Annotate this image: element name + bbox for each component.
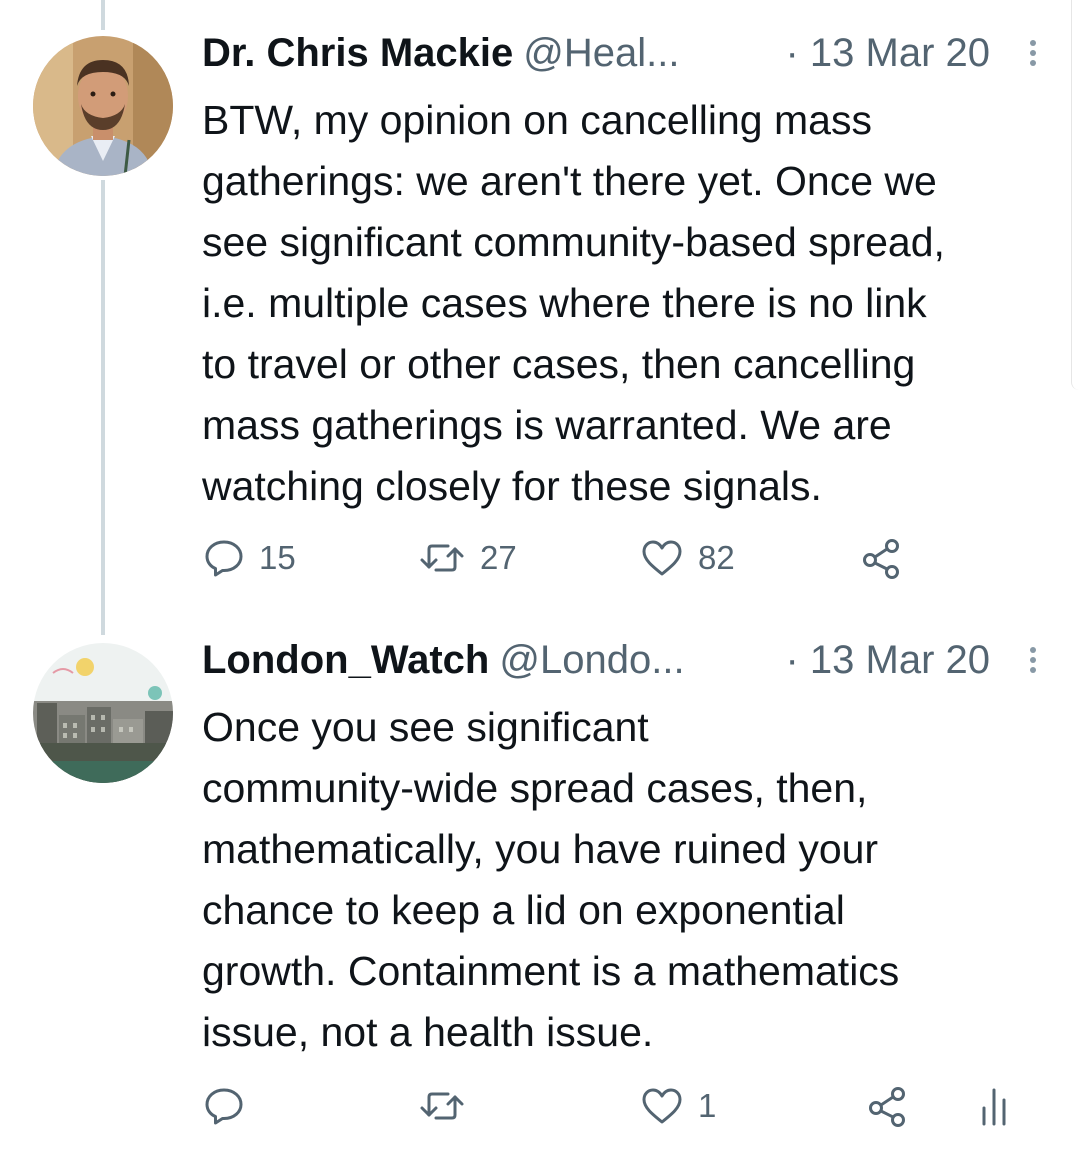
more-vertical-icon[interactable] xyxy=(1028,637,1038,683)
retweet-button[interactable] xyxy=(418,1081,480,1131)
tweet-header: Dr. Chris Mackie @Heal... · 13 Mar 20 xyxy=(202,30,1050,76)
reply-count: 15 xyxy=(259,539,296,576)
avatar-london-watch[interactable] xyxy=(33,643,173,783)
speech-bubble-icon xyxy=(205,1088,243,1125)
scrollbar-edge xyxy=(1071,0,1080,390)
tweet-date[interactable]: · 13 Mar 20 xyxy=(785,637,990,683)
tweet-header: London_Watch @Londo... · 13 Mar 20 xyxy=(202,637,1050,683)
like-button[interactable]: 82 xyxy=(640,533,735,583)
reply-button[interactable] xyxy=(203,1081,259,1131)
user-handle[interactable]: @Londo... xyxy=(499,638,684,682)
more-vertical-icon[interactable] xyxy=(1028,30,1038,76)
tweet-text: Once you see significant community-wide … xyxy=(202,704,900,1055)
share-button[interactable] xyxy=(860,533,904,583)
like-count: 1 xyxy=(698,1087,717,1124)
retweet-arrows-icon xyxy=(420,1092,464,1120)
tweet-actions: 15 27 82 xyxy=(0,533,1080,583)
share-icon xyxy=(863,539,899,579)
reply-button[interactable]: 15 xyxy=(203,533,296,583)
heart-icon xyxy=(642,540,682,576)
share-button[interactable] xyxy=(866,1081,910,1131)
retweet-count: 27 xyxy=(480,539,517,576)
tweet-actions: 1 xyxy=(0,1081,1080,1131)
like-count: 82 xyxy=(698,539,735,576)
display-name[interactable]: London_Watch xyxy=(202,638,489,682)
retweet-button[interactable]: 27 xyxy=(418,533,517,583)
display-name[interactable]: Dr. Chris Mackie xyxy=(202,31,513,75)
thread-connector-line-top xyxy=(101,0,105,30)
user-handle[interactable]: @Heal... xyxy=(523,31,679,75)
share-icon xyxy=(869,1087,905,1127)
analytics-bars-icon xyxy=(982,1088,1006,1126)
city-skyline-avatar-icon xyxy=(33,643,173,783)
tweet-text: BTW, my opinion on cancelling mass gathe… xyxy=(202,97,945,509)
speech-bubble-icon xyxy=(205,540,243,577)
person-photo-avatar-icon xyxy=(33,36,173,176)
tweet-date[interactable]: · 13 Mar 20 xyxy=(785,30,990,76)
avatar-chris-mackie[interactable] xyxy=(33,36,173,176)
analytics-button[interactable] xyxy=(978,1081,1010,1131)
heart-icon xyxy=(642,1088,682,1124)
like-button[interactable]: 1 xyxy=(640,1081,716,1131)
retweet-arrows-icon xyxy=(420,544,464,572)
